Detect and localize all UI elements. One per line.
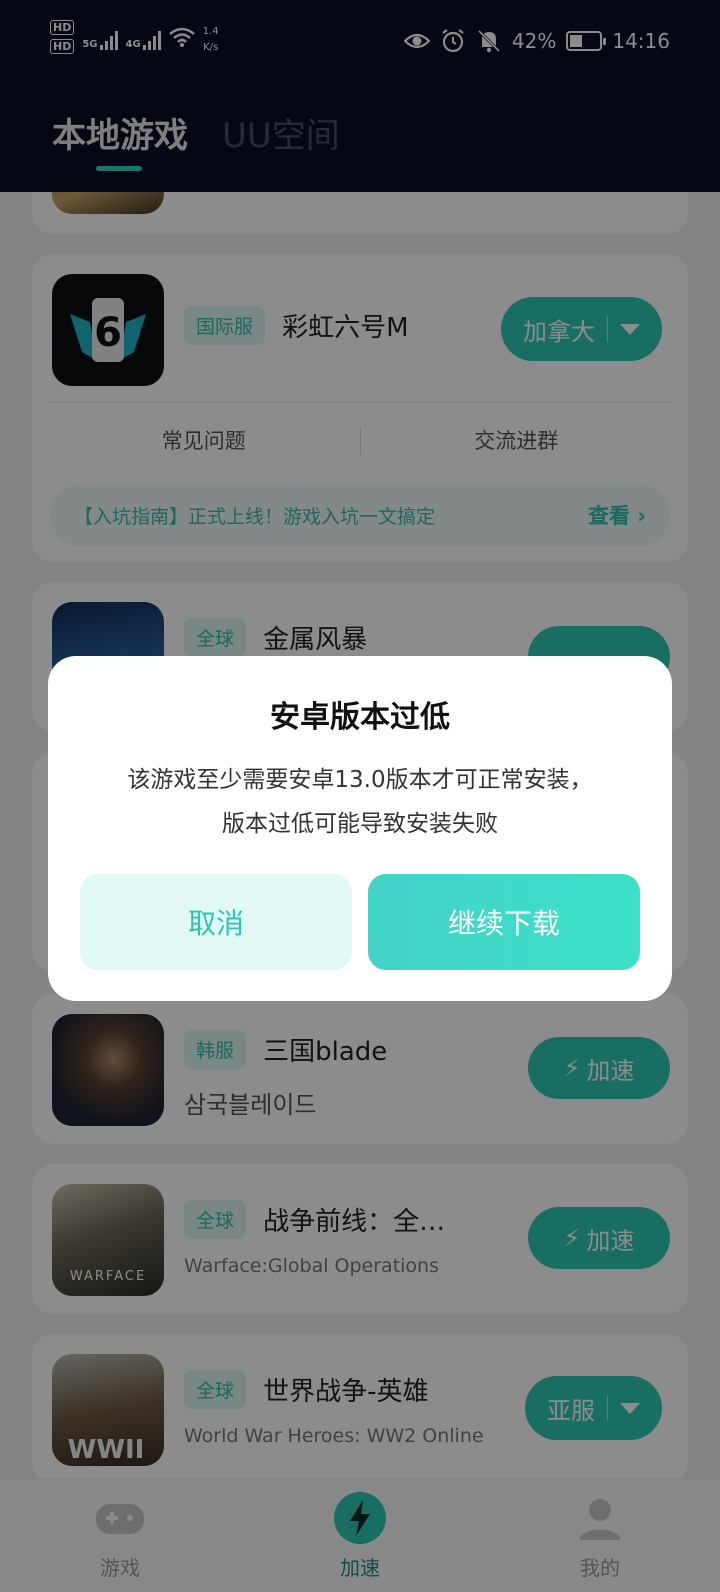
continue-download-button[interactable]: 继续下载 <box>368 874 640 970</box>
dialog-message: 该游戏至少需要安卓13.0版本才可正常安装， 版本过低可能导致安装失败 <box>127 767 593 837</box>
version-warning-dialog: 安卓版本过低 该游戏至少需要安卓13.0版本才可正常安装， 版本过低可能导致安装… <box>48 656 672 1001</box>
dialog-title: 安卓版本过低 <box>270 700 450 735</box>
cancel-button[interactable]: 取消 <box>80 874 352 970</box>
